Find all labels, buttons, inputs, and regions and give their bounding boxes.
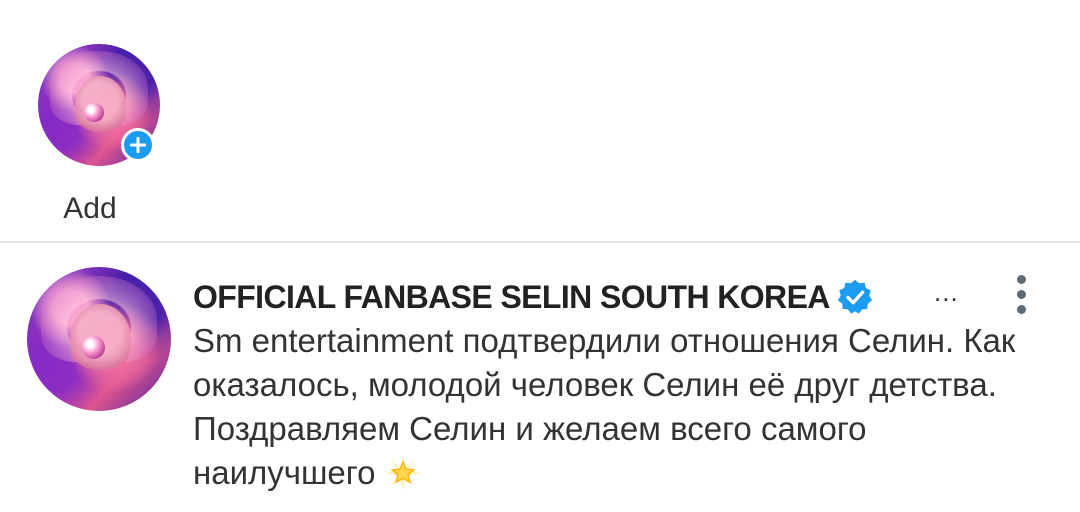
plus-icon[interactable] (121, 128, 155, 162)
post-item[interactable]: OFFICIAL FANBASE SELIN SOUTH KOREA ... S… (0, 243, 1080, 512)
add-story-label: Add (63, 192, 117, 225)
post-header: OFFICIAL FANBASE SELIN SOUTH KOREA (193, 277, 874, 317)
verified-badge-icon (837, 279, 872, 314)
post-text: Sm entertainment подтвердили отношения С… (193, 319, 1033, 495)
stories-bar: Add (0, 0, 1080, 243)
author-name[interactable]: OFFICIAL FANBASE SELIN SOUTH KOREA (193, 279, 830, 316)
truncation-ellipsis: ... (934, 277, 959, 307)
add-story-item[interactable]: Add (38, 44, 160, 225)
glowing-star-icon (385, 455, 422, 491)
more-options-icon[interactable] (1006, 273, 1038, 317)
author-avatar[interactable] (27, 267, 171, 411)
post-body: Sm entertainment подтвердили отношения С… (193, 322, 1016, 491)
